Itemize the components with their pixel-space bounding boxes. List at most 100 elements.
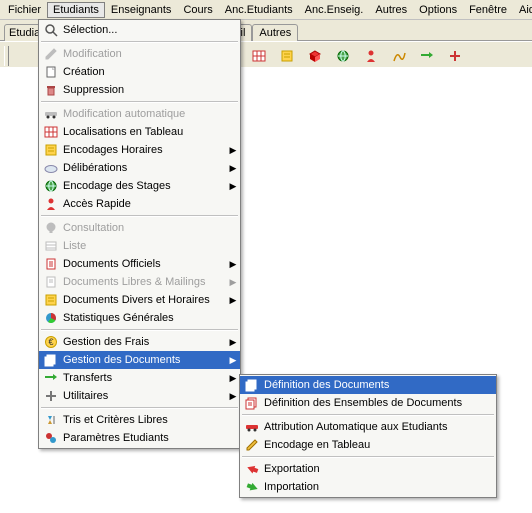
docs-stack-icon [242,377,262,393]
menu-separator [242,414,494,416]
submenu-item-encodage-en-tableau[interactable]: Encodage en Tableau [240,436,496,454]
arrow-green-icon [242,479,262,495]
menu-item-label: Documents Officiels [61,258,228,270]
euro-icon: € [41,334,61,350]
submenu-arrow-icon: ▶ [228,355,238,366]
menu-item-documents-divers-et-horaires[interactable]: Documents Divers et Horaires▶ [39,291,240,309]
person-red-icon [41,196,61,212]
tool-red-toolbar-button[interactable] [444,45,466,67]
grid-red-toolbar-button[interactable] [248,45,270,67]
menu-item-label: Consultation [61,222,228,234]
sort-icon [41,412,61,428]
menu-item-label: Paramètres Etudiants [61,432,228,444]
tab-autres[interactable]: Autres [252,24,298,41]
menu-item-statistiques-g-n-rales[interactable]: Statistiques Générales [39,309,240,327]
menu-item-d-lib-rations[interactable]: Délibérations▶ [39,159,240,177]
submenu-arrow-icon: ▶ [228,277,238,288]
menu-item-label: Modification automatique [61,108,228,120]
menubar-item-options[interactable]: Options [413,2,463,18]
menu-item-label: Statistiques Générales [61,312,228,324]
menubar-item-ancetudiants[interactable]: Anc.Etudiants [219,2,299,18]
submenu-item-label: Définition des Documents [262,379,494,391]
submenu-item-d-finition-des-documents[interactable]: Définition des Documents [240,376,496,394]
submenu-item-label: Attribution Automatique aux Etudiants [262,421,494,433]
globe-icon [41,178,61,194]
menu-separator [41,407,238,409]
menu-item-tris-et-crit-res-libres[interactable]: Tris et Critères Libres [39,411,240,429]
docs-stack-icon [41,352,61,368]
menu-item-param-tres-etudiants[interactable]: Paramètres Etudiants [39,429,240,447]
doc-red-icon [41,256,61,272]
menubar-item-fentre[interactable]: Fenêtre [463,2,513,18]
swap-toolbar-button[interactable] [416,45,438,67]
menu-item-consultation: Consultation [39,219,240,237]
toolbar-grip [4,46,9,66]
menu-separator [41,41,238,43]
submenu-item-d-finition-des-ensembles-de-documents[interactable]: Définition des Ensembles de Documents [240,394,496,412]
menu-item-label: Documents Libres & Mailings [61,276,228,288]
tools-icon [41,388,61,404]
menu-item-label: Documents Divers et Horaires [61,294,228,306]
trash-icon [41,82,61,98]
menu-separator [242,456,494,458]
submenu-item-label: Importation [262,481,494,493]
menu-separator [41,101,238,103]
submenu-item-label: Exportation [262,463,494,475]
curve-toolbar-button[interactable] [388,45,410,67]
menubar-item-aide[interactable]: Aide [513,2,532,18]
submenu-item-importation[interactable]: Importation [240,478,496,496]
menu-item-suppression[interactable]: Suppression [39,81,240,99]
submenu-arrow-icon: ▶ [228,145,238,156]
menu-item-modification-automatique: Modification automatique [39,105,240,123]
menu-item-label: Utilitaires [61,390,228,402]
menu-item-localisations-en-tableau[interactable]: Localisations en Tableau [39,123,240,141]
submenu-arrow-icon: ▶ [228,259,238,270]
cube-toolbar-button[interactable] [304,45,326,67]
globe-toolbar-button[interactable] [332,45,354,67]
menu-item-utilitaires[interactable]: Utilitaires▶ [39,387,240,405]
submenu-arrow-icon: ▶ [228,391,238,402]
cloud-icon [41,160,61,176]
pie-icon [41,310,61,326]
menu-item-label: Accès Rapide [61,198,228,210]
menu-item-s-lection[interactable]: Sélection... [39,21,240,39]
sheet-yellow-icon [41,142,61,158]
pencil-y-icon [242,437,262,453]
person-red-toolbar-button[interactable] [360,45,382,67]
menubar-item-ancenseig[interactable]: Anc.Enseig. [299,2,370,18]
car-icon [41,106,61,122]
menu-item-cr-ation[interactable]: Création [39,63,240,81]
menubar-item-fichier[interactable]: Fichier [2,2,47,18]
submenu-arrow-icon: ▶ [228,295,238,306]
menu-item-documents-officiels[interactable]: Documents Officiels▶ [39,255,240,273]
swap-icon [41,370,61,386]
menu-separator [41,329,238,331]
menu-item-acc-s-rapide[interactable]: Accès Rapide [39,195,240,213]
menu-item-modification: Modification [39,45,240,63]
doc-grey-icon [41,274,61,290]
menubar-item-autres[interactable]: Autres [369,2,413,18]
sheet-yellow-toolbar-button[interactable] [276,45,298,67]
menu-item-label: Tris et Critères Libres [61,414,228,426]
submenu-item-attribution-automatique-aux-etudiants[interactable]: Attribution Automatique aux Etudiants [240,418,496,436]
menu-item-label: Encodages Horaires [61,144,228,156]
submenu-item-exportation[interactable]: Exportation [240,460,496,478]
menu-item-encodages-horaires[interactable]: Encodages Horaires▶ [39,141,240,159]
menu-item-label: Sélection... [61,24,228,36]
menubar-item-etudiants[interactable]: Etudiants [47,2,105,18]
menu-item-label: Délibérations [61,162,228,174]
menubar-item-enseignants[interactable]: Enseignants [105,2,178,18]
menu-item-transferts[interactable]: Transferts▶ [39,369,240,387]
menu-item-label: Gestion des Documents [61,354,228,366]
bulb-icon [41,220,61,236]
menu-item-gestion-des-frais[interactable]: €Gestion des Frais▶ [39,333,240,351]
menubar-item-cours[interactable]: Cours [177,2,218,18]
menu-item-encodage-des-stages[interactable]: Encodage des Stages▶ [39,177,240,195]
submenu-item-label: Encodage en Tableau [262,439,494,451]
menubar: FichierEtudiantsEnseignantsCoursAnc.Etud… [0,0,532,20]
lens-icon [41,22,61,38]
menu-item-gestion-des-documents[interactable]: Gestion des Documents▶ [39,351,240,369]
car-red-icon [242,419,262,435]
table-icon [41,238,61,254]
submenu-item-label: Définition des Ensembles de Documents [262,397,494,409]
